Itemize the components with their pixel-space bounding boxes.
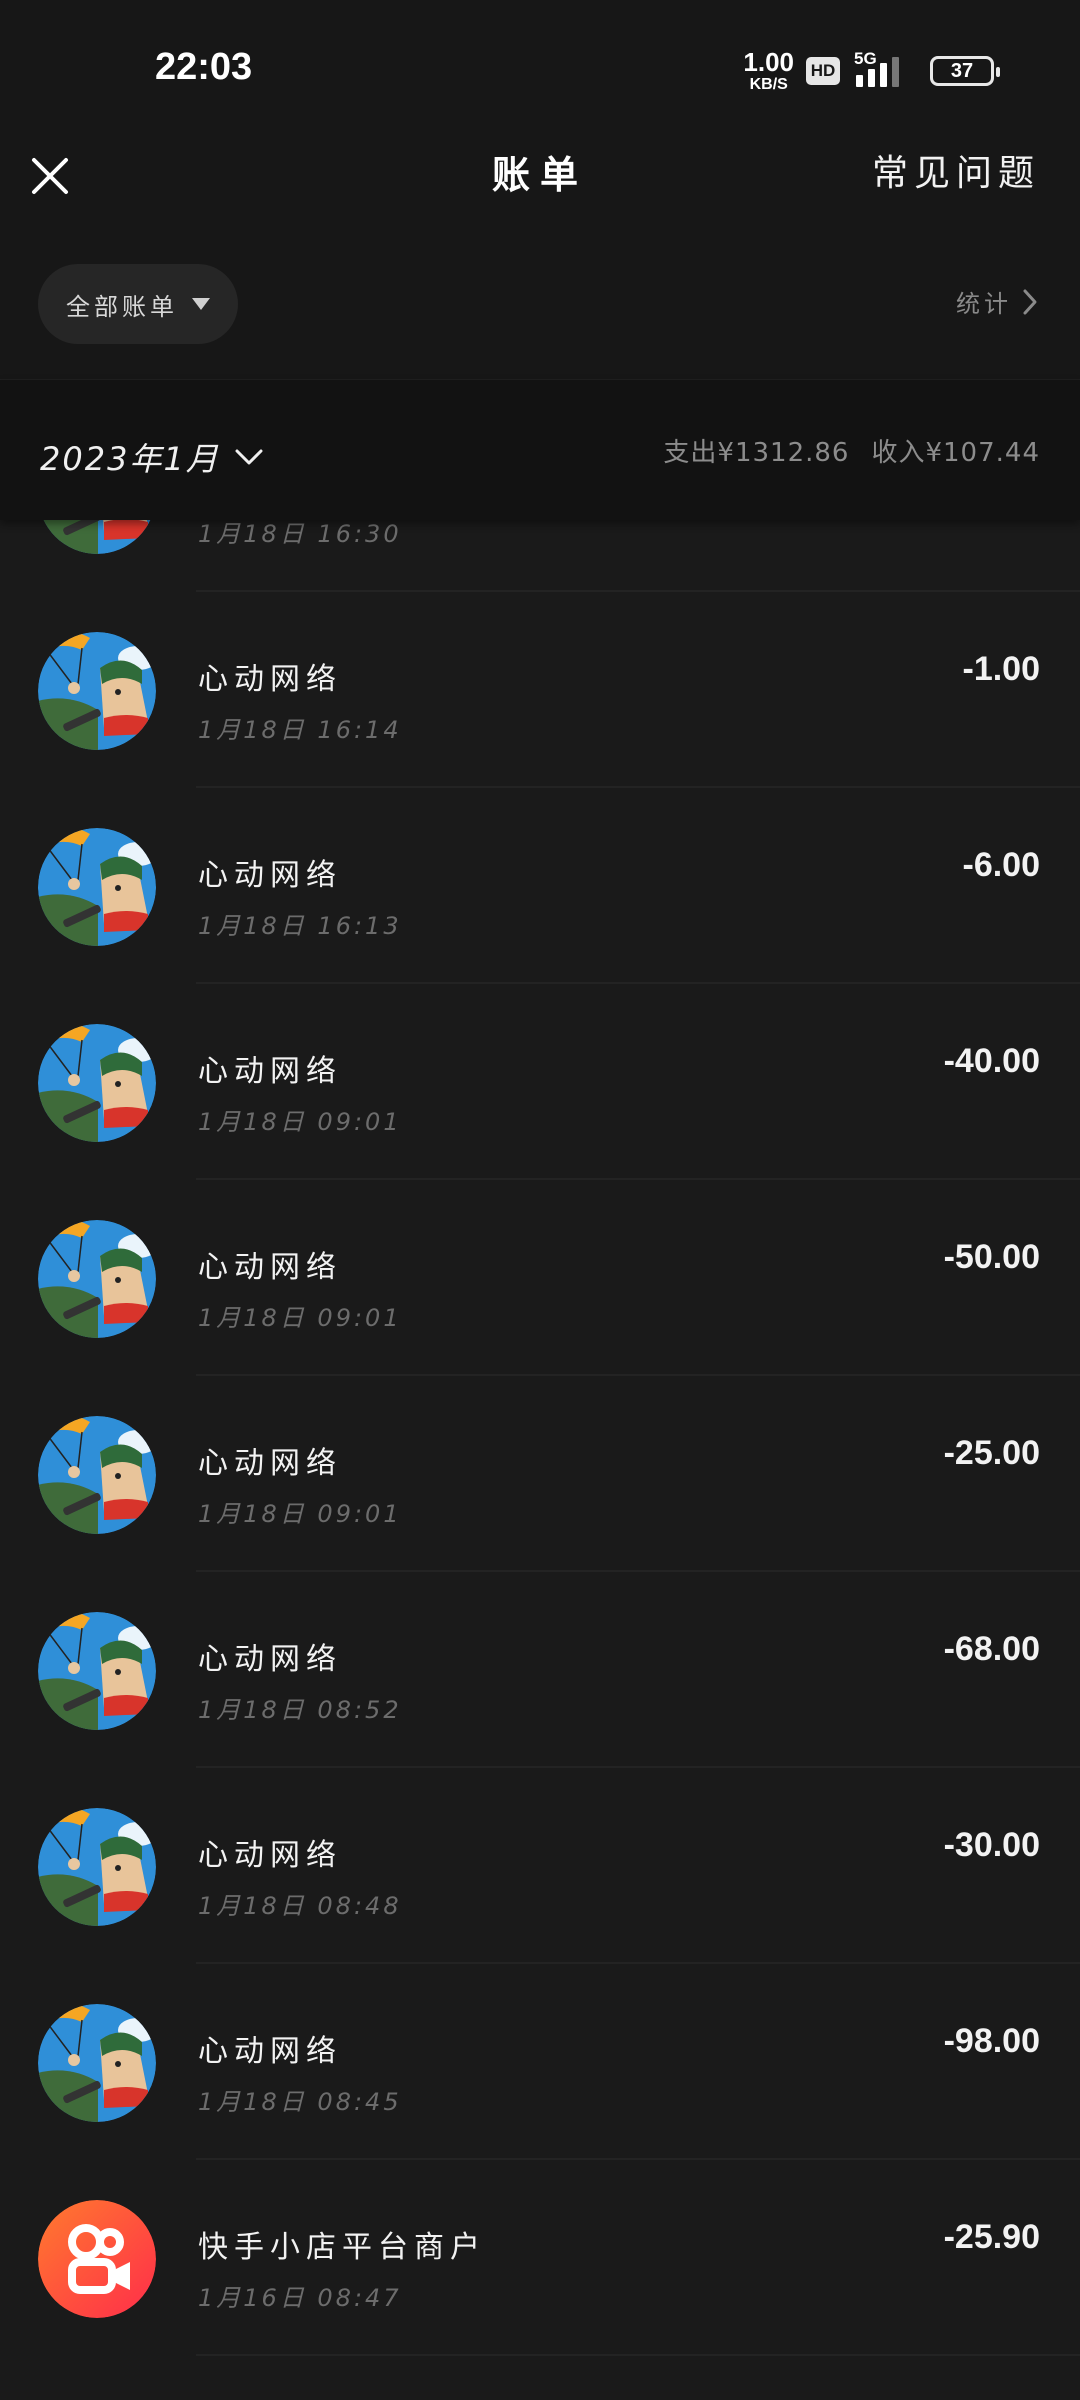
parachute-avatar (38, 1024, 156, 1142)
hd-icon: HD (806, 57, 840, 85)
parachute-avatar (38, 520, 156, 554)
parachute-avatar (38, 1808, 156, 1926)
parachute-avatar (38, 2004, 156, 2122)
list-item[interactable]: 快手小店平台商户 1月16日 08:47 -25.90 (0, 2160, 1080, 2356)
status-time: 22:03 (155, 46, 253, 88)
transaction-list[interactable]: 1月18日 16:30 心动网络 1月18日 16:14 -1.00 心动网络 … (0, 520, 1080, 2400)
list-item[interactable]: 1月18日 16:30 (0, 520, 1080, 592)
list-item[interactable]: 心动网络 1月18日 08:45 -98.00 (0, 1964, 1080, 2160)
parachute-avatar (38, 1416, 156, 1534)
transaction-amount: -40.00 (943, 1042, 1040, 1080)
signal-bar (880, 63, 887, 87)
network-speed-value: 1.00 (743, 47, 794, 77)
filter-row: 全部账单 统计 (0, 250, 1080, 380)
statistics-label: 统计 (956, 290, 1012, 318)
kuaishou-logo (38, 2200, 156, 2318)
parachute-avatar (38, 1220, 156, 1338)
transaction-time: 1月18日 16:30 (198, 520, 402, 548)
list-item[interactable]: 心动网络 1月18日 09:01 -50.00 (0, 1180, 1080, 1376)
merchant-name: 心动网络 (198, 1250, 342, 1285)
merchant-name: 心动网络 (198, 1838, 342, 1873)
merchant-name: 心动网络 (198, 858, 342, 893)
transaction-time: 1月18日 08:45 (198, 2088, 402, 2116)
month-expense: 支出¥1312.86 (663, 438, 850, 468)
app-header: 账单 常见问题 (0, 140, 1080, 250)
transaction-amount: -6.00 (962, 846, 1041, 884)
signal-bar (892, 57, 899, 87)
network-type: 5G (854, 49, 877, 68)
month-totals: 支出¥1312.86 收入¥107.44 (663, 432, 1040, 469)
status-bar: 22:03 1.00 KB/S HD 5G 37 (0, 0, 1080, 140)
transaction-amount: -25.00 (943, 1434, 1040, 1472)
list-item[interactable]: 心动网络 1月18日 08:52 -68.00 (0, 1572, 1080, 1768)
list-item[interactable]: 心动网络 1月18日 08:48 -30.00 (0, 1768, 1080, 1964)
faq-link[interactable]: 常见问题 (872, 144, 1040, 196)
transaction-amount: -25.90 (943, 2218, 1040, 2256)
month-income: 收入¥107.44 (871, 438, 1040, 468)
transaction-amount: -98.00 (943, 2022, 1040, 2060)
battery-level: 37 (950, 60, 974, 82)
transaction-amount: -30.00 (943, 1826, 1040, 1864)
chevron-right-icon (1023, 289, 1037, 314)
network-speed-unit: KB/S (749, 76, 788, 93)
merchant-name: 心动网络 (198, 1054, 342, 1089)
merchant-name: 心动网络 (198, 1446, 342, 1481)
transaction-time: 1月18日 08:48 (198, 1892, 402, 1920)
list-item[interactable]: 心动网络 1月18日 16:13 -6.00 (0, 788, 1080, 984)
transaction-time: 1月18日 16:14 (198, 716, 402, 744)
merchant-name: 心动网络 (198, 2034, 342, 2069)
merchant-name: 快手小店平台商户 (198, 2230, 486, 2265)
parachute-avatar (38, 632, 156, 750)
bill-type-filter-label: 全部账单 (66, 292, 178, 321)
parachute-avatar (38, 828, 156, 946)
transaction-amount: -1.00 (962, 650, 1041, 688)
chevron-down-icon (235, 449, 263, 465)
signal-icon: 5G (852, 49, 912, 91)
transaction-time: 1月18日 09:01 (198, 1500, 402, 1528)
status-icons: 1.00 KB/S HD 5G 37 (743, 48, 1000, 94)
transaction-time: 1月18日 09:01 (198, 1108, 402, 1136)
battery-icon: 37 (930, 56, 1000, 86)
list-item[interactable]: 心动网络 1月18日 09:01 -25.00 (0, 1376, 1080, 1572)
signal-bar (868, 69, 875, 87)
statistics-link[interactable]: 统计 (956, 284, 1040, 319)
signal-bar (856, 75, 863, 87)
divider (196, 2354, 1080, 2356)
transaction-time: 1月18日 16:13 (198, 912, 402, 940)
month-label: 2023年1月 (40, 440, 220, 478)
month-summary-bar: 2023年1月 支出¥1312.86 收入¥107.44 (0, 380, 1080, 520)
transaction-amount: -50.00 (943, 1238, 1040, 1276)
list-item[interactable]: 心动网络 1月18日 09:01 -40.00 (0, 984, 1080, 1180)
parachute-avatar (38, 1612, 156, 1730)
network-speed: 1.00 KB/S (743, 49, 794, 93)
dropdown-triangle-icon (192, 298, 210, 310)
bill-type-filter[interactable]: 全部账单 (38, 264, 238, 344)
transaction-time: 1月18日 08:52 (198, 1696, 402, 1724)
bill-screen: 22:03 1.00 KB/S HD 5G 37 账单 常见问题 全部账单 统计… (0, 0, 1080, 2400)
transaction-time: 1月16日 08:47 (198, 2284, 402, 2312)
month-selector[interactable]: 2023年1月 (40, 434, 264, 480)
merchant-name: 心动网络 (198, 662, 342, 697)
list-item[interactable]: 心动网络 1月18日 16:14 -1.00 (0, 592, 1080, 788)
merchant-name: 心动网络 (198, 1642, 342, 1677)
transaction-time: 1月18日 09:01 (198, 1304, 402, 1332)
transaction-amount: -68.00 (943, 1630, 1040, 1668)
